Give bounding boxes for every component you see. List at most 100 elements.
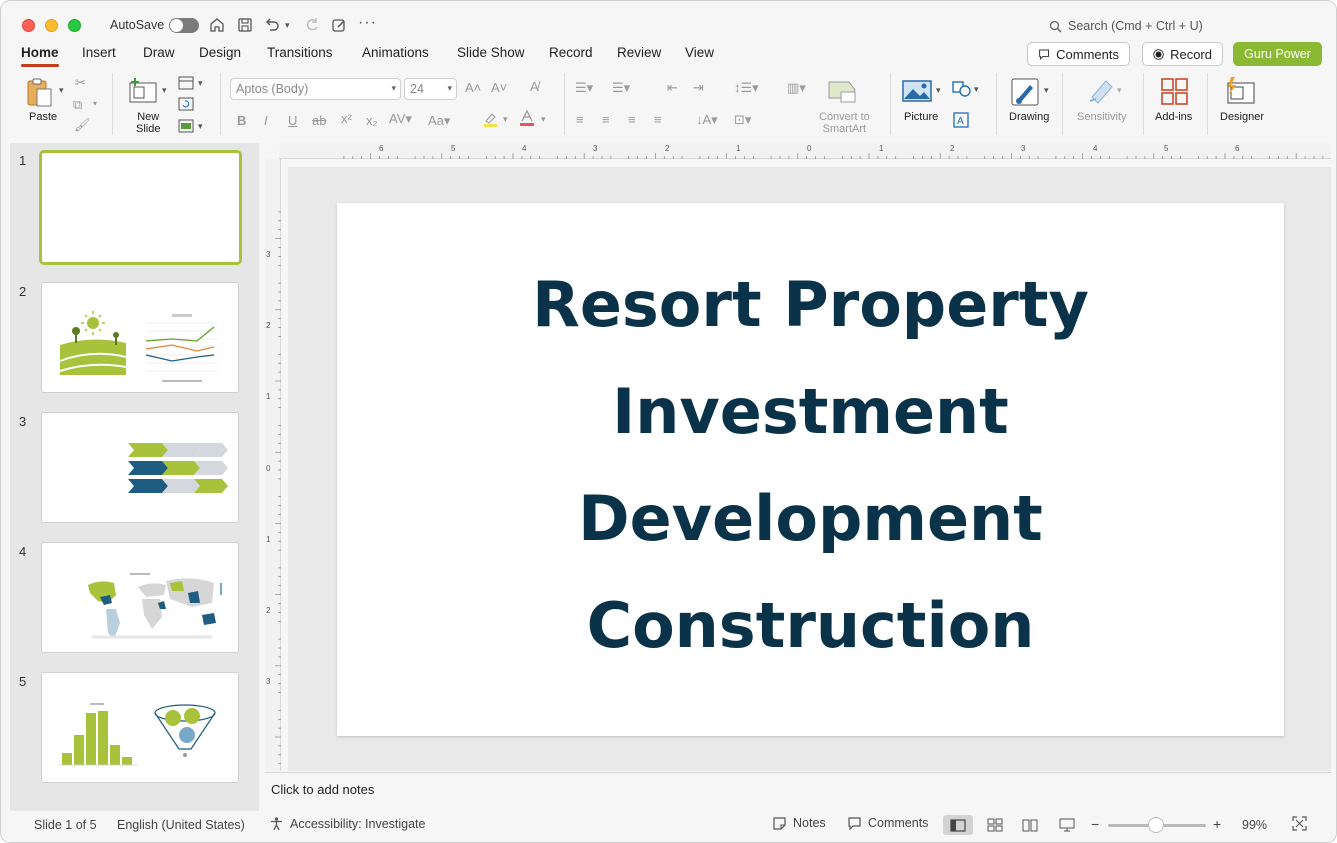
ruler-number: 6 — [1235, 144, 1240, 153]
font-name-select[interactable]: Aptos (Body) ▾ — [230, 78, 401, 100]
current-slide[interactable]: Resort Property Investment Development C… — [337, 203, 1284, 736]
ruler-number: 0 — [807, 144, 812, 153]
comments-toggle-button[interactable]: Comments — [847, 816, 928, 830]
ruler-number: 3 — [266, 250, 271, 259]
numbering-icon[interactable]: ☰▾ — [612, 80, 630, 96]
reading-view-button[interactable] — [1015, 815, 1045, 835]
format-painter-icon[interactable]: 🖌 — [74, 117, 91, 133]
clear-formatting-icon[interactable]: A̸ — [530, 79, 539, 94]
change-case-icon[interactable]: Aa▾ — [428, 113, 450, 129]
close-window-button[interactable] — [22, 19, 35, 32]
tab-review[interactable]: Review — [617, 45, 661, 60]
shapes-dropdown-icon[interactable]: ▾ — [974, 84, 992, 102]
cut-icon[interactable]: ✂ — [75, 75, 86, 91]
picture-icon[interactable] — [902, 79, 932, 103]
font-color-dropdown-icon[interactable]: ▾ — [541, 114, 546, 125]
guru-power-button[interactable]: Guru Power — [1233, 42, 1322, 66]
zoom-in-button[interactable]: + — [1213, 816, 1221, 832]
slide-show-view-button[interactable] — [1052, 815, 1082, 835]
more-icon[interactable]: ··· — [358, 14, 376, 32]
tab-record[interactable]: Record — [549, 45, 593, 60]
section-dropdown-icon[interactable]: ▾ — [198, 121, 216, 139]
search-box[interactable]: Search (Cmd + Ctrl + U) — [1049, 19, 1203, 33]
subscript-icon[interactable]: x₂ — [366, 113, 378, 128]
home-icon[interactable] — [208, 16, 226, 34]
bullets-icon[interactable]: ☰▾ — [575, 80, 593, 96]
slide-thumbnail-4[interactable] — [41, 542, 239, 653]
tab-transitions[interactable]: Transitions — [267, 45, 333, 60]
text-box-icon[interactable]: A — [952, 112, 970, 130]
drawing-icon[interactable] — [1010, 77, 1040, 107]
redo-icon[interactable] — [303, 16, 321, 34]
slide-thumbnail-2[interactable] — [41, 282, 239, 393]
layout-icon[interactable] — [177, 75, 195, 93]
drawing-dropdown-icon[interactable]: ▾ — [1044, 85, 1062, 103]
columns-icon[interactable]: ▥▾ — [787, 80, 806, 96]
zoom-slider-knob[interactable] — [1148, 817, 1164, 833]
align-text-icon[interactable]: ⊡▾ — [734, 112, 751, 128]
slide-sorter-view-button[interactable] — [980, 815, 1010, 835]
comments-button[interactable]: Comments — [1027, 42, 1130, 66]
minimize-window-button[interactable] — [45, 19, 58, 32]
highlight-icon[interactable] — [482, 111, 498, 130]
new-slide-icon[interactable] — [127, 77, 159, 105]
zoom-out-button[interactable]: − — [1091, 816, 1099, 832]
tab-home[interactable]: Home — [21, 45, 59, 60]
tab-draw[interactable]: Draw — [143, 45, 175, 60]
tab-slide-show[interactable]: Slide Show — [457, 45, 525, 60]
underline-icon[interactable]: U — [288, 113, 297, 128]
copy-dropdown-icon[interactable]: ▾ — [93, 99, 97, 108]
superscript-icon[interactable]: x² — [341, 111, 352, 126]
copy-icon[interactable]: ⧉ — [73, 97, 82, 113]
decrease-indent-icon[interactable]: ⇤ — [667, 80, 678, 96]
section-icon[interactable] — [177, 118, 195, 136]
decrease-font-size-icon[interactable]: A˅ — [491, 80, 507, 95]
reset-slide-icon[interactable] — [177, 96, 195, 114]
maximize-window-button[interactable] — [68, 19, 81, 32]
text-direction-icon[interactable]: ↓A▾ — [696, 112, 718, 128]
add-ins-icon[interactable] — [1160, 77, 1190, 107]
italic-icon[interactable]: I — [264, 113, 268, 128]
notes-toggle-button[interactable]: Notes — [772, 816, 826, 830]
fit-to-window-button[interactable] — [1292, 816, 1307, 831]
slide-thumbnail-5[interactable] — [41, 672, 239, 783]
align-center-icon[interactable]: ≡ — [602, 112, 610, 127]
align-right-icon[interactable]: ≡ — [628, 112, 636, 127]
strikethrough-icon[interactable]: ab — [312, 113, 326, 128]
autosave-toggle[interactable] — [169, 18, 199, 33]
bold-icon[interactable]: B — [237, 113, 246, 128]
smartart-icon[interactable] — [827, 78, 859, 104]
notes-pane[interactable]: Click to add notes — [265, 772, 1331, 806]
normal-view-button[interactable] — [943, 815, 973, 835]
shapes-icon[interactable] — [952, 80, 971, 98]
font-color-icon[interactable] — [519, 109, 535, 130]
tab-view[interactable]: View — [685, 45, 714, 60]
paste-icon[interactable] — [25, 77, 59, 109]
zoom-level[interactable]: 99% — [1242, 818, 1267, 832]
increase-font-size-icon[interactable]: A˄ — [465, 80, 481, 95]
layout-dropdown-icon[interactable]: ▾ — [198, 78, 216, 96]
character-spacing-icon[interactable]: AV▾ — [389, 111, 412, 127]
designer-icon[interactable] — [1225, 75, 1257, 107]
align-left-icon[interactable]: ≡ — [576, 112, 584, 127]
font-size-select[interactable]: 24 ▾ — [404, 78, 457, 100]
tab-animations[interactable]: Animations — [362, 45, 429, 60]
tab-design[interactable]: Design — [199, 45, 241, 60]
line-spacing-icon[interactable]: ↕☰▾ — [734, 80, 759, 96]
slide-thumbnail-3[interactable] — [41, 412, 239, 523]
highlight-dropdown-icon[interactable]: ▾ — [503, 114, 508, 125]
sensitivity-dropdown-icon[interactable]: ▾ — [1117, 85, 1135, 103]
language-status[interactable]: English (United States) — [117, 818, 245, 832]
sensitivity-icon[interactable] — [1086, 75, 1116, 105]
save-icon[interactable] — [236, 16, 254, 34]
slide-thumbnail-1[interactable] — [39, 150, 242, 265]
undo-dropdown-icon[interactable]: ▾ — [285, 20, 303, 38]
slide-title[interactable]: Resort Property Investment Development C… — [337, 251, 1284, 679]
increase-indent-icon[interactable]: ⇥ — [693, 80, 704, 96]
justify-icon[interactable]: ≡ — [654, 112, 662, 127]
record-button[interactable]: Record — [1142, 42, 1223, 66]
customize-icon[interactable] — [330, 16, 348, 34]
tab-insert[interactable]: Insert — [82, 45, 116, 60]
accessibility-button[interactable]: Accessibility: Investigate — [269, 816, 425, 831]
undo-icon[interactable] — [263, 16, 281, 34]
